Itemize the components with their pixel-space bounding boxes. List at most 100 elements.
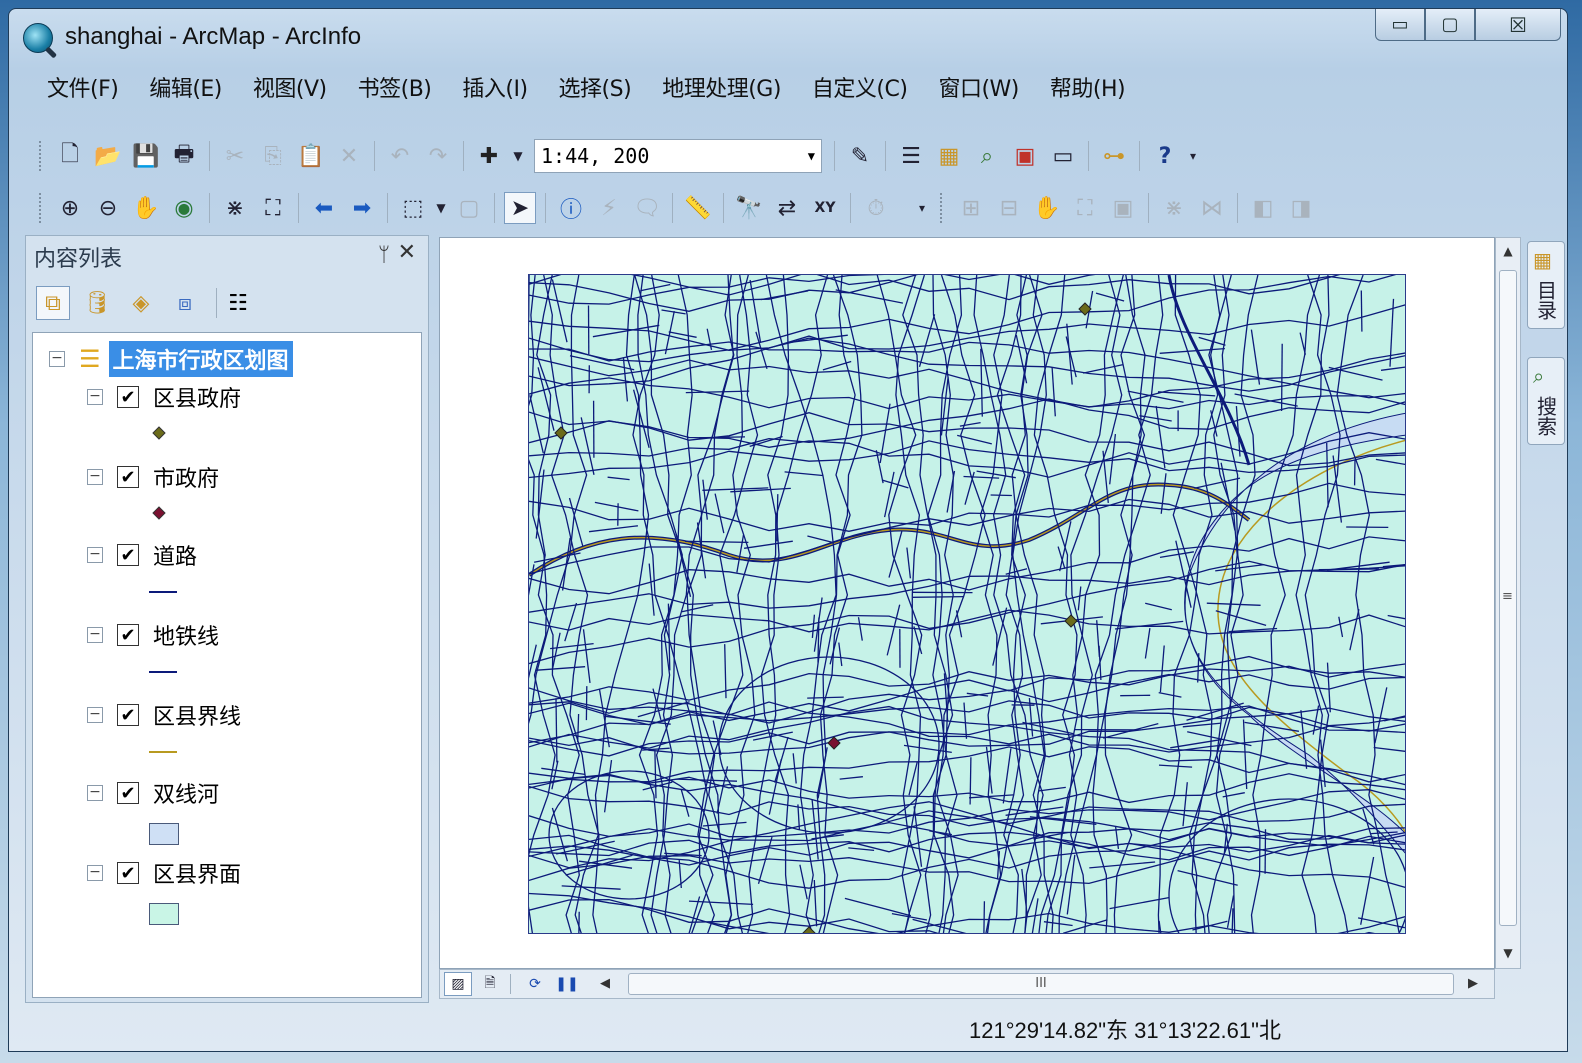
map-vertical-scrollbar[interactable]: ▲ ≡ ▼ <box>1495 237 1521 969</box>
collapse-icon[interactable]: − <box>87 627 103 643</box>
map-canvas[interactable] <box>529 275 1406 934</box>
menu-customize[interactable]: 自定义(C) <box>812 71 908 103</box>
scroll-down-icon[interactable]: ▼ <box>1496 946 1520 960</box>
layer-visibility-checkbox[interactable]: ✔ <box>117 704 139 726</box>
redo-icon[interactable]: ↷ <box>422 140 454 172</box>
search-dock-button[interactable]: ⌕ 搜索 <box>1527 357 1565 445</box>
editor-toolbar-icon[interactable]: ✎ <box>844 140 876 172</box>
layer-label[interactable]: 区县政府 <box>153 381 241 413</box>
layer-label[interactable]: 市政府 <box>153 461 219 493</box>
toolbar-grip[interactable] <box>39 193 43 223</box>
menu-edit[interactable]: 编辑(E) <box>149 71 222 103</box>
map-data-frame[interactable] <box>528 274 1406 934</box>
layer-visibility-checkbox[interactable]: ✔ <box>117 544 139 566</box>
menu-windows[interactable]: 窗口(W) <box>938 71 1019 103</box>
search-window-icon[interactable]: ⌕ <box>971 140 1003 172</box>
open-icon[interactable]: 📂 <box>92 140 124 172</box>
menu-selection[interactable]: 选择(S) <box>559 71 632 103</box>
layer-node[interactable]: − ✔ 市政府 <box>87 461 219 493</box>
clear-selection-icon[interactable]: ▢ <box>453 192 485 224</box>
pin-icon[interactable]: ᛘ <box>378 242 390 266</box>
minimize-button[interactable]: ▭ <box>1375 9 1425 41</box>
maximize-button[interactable]: ▢ <box>1425 9 1475 41</box>
go-to-xy-icon[interactable]: XY <box>809 192 841 224</box>
layer-node[interactable]: − ✔ 双线河 <box>87 777 219 809</box>
layer-label[interactable]: 双线河 <box>153 777 219 809</box>
layer-visibility-checkbox[interactable]: ✔ <box>117 782 139 804</box>
hyperlink-icon[interactable]: ⚡ <box>593 192 625 224</box>
collapse-icon[interactable]: − <box>87 547 103 563</box>
time-slider-icon[interactable]: ⏱ <box>860 192 892 224</box>
menu-geoprocessing[interactable]: 地理处理(G) <box>662 71 781 103</box>
menu-insert[interactable]: 插入(I) <box>462 71 528 103</box>
catalog-dock-button[interactable]: ▦ 目录 <box>1527 241 1565 329</box>
zoom-100-icon[interactable]: ▣ <box>1107 192 1139 224</box>
layout-fixed-zoom-in-icon[interactable]: ⋇ <box>1158 192 1190 224</box>
python-icon[interactable]: ▭ <box>1047 140 1079 172</box>
html-popup-icon[interactable]: 🗨 <box>631 192 663 224</box>
layer-visibility-checkbox[interactable]: ✔ <box>117 386 139 408</box>
collapse-icon[interactable]: − <box>87 707 103 723</box>
select-features-icon[interactable]: ⬚ <box>397 192 429 224</box>
toolbar-grip[interactable] <box>39 141 43 171</box>
layout-zoom-out-icon[interactable]: ⊟ <box>993 192 1025 224</box>
pan-icon[interactable]: ✋ <box>130 192 162 224</box>
add-data-icon[interactable]: ✚ <box>473 140 505 172</box>
whats-this-icon[interactable]: ? <box>1149 140 1181 172</box>
layout-view-button[interactable]: 🗎 <box>476 972 504 996</box>
layout-zoom-in-icon[interactable]: ⊞ <box>955 192 987 224</box>
menu-view[interactable]: 视图(V) <box>253 71 327 103</box>
options-icon[interactable]: ☷ <box>221 286 255 320</box>
close-icon[interactable]: ✕ <box>398 240 416 265</box>
scroll-right-icon[interactable]: ▶ <box>1468 976 1478 991</box>
full-extent-icon[interactable]: ◉ <box>168 192 200 224</box>
delete-icon[interactable]: ✕ <box>333 140 365 172</box>
collapse-icon[interactable]: − <box>87 389 103 405</box>
zoom-out-icon[interactable]: ⊖ <box>92 192 124 224</box>
print-icon[interactable]: 🖶 <box>168 140 200 172</box>
layer-node[interactable]: − ✔ 区县政府 <box>87 381 241 413</box>
close-button[interactable]: ☒ <box>1475 9 1561 41</box>
menu-bookmarks[interactable]: 书签(B) <box>358 71 432 103</box>
copy-icon[interactable]: ⎘ <box>257 140 289 172</box>
find-route-icon[interactable]: ⇄ <box>771 192 803 224</box>
undo-icon[interactable]: ↶ <box>384 140 416 172</box>
menu-file[interactable]: 文件(F) <box>47 71 119 103</box>
toolbar-grip[interactable] <box>940 193 944 223</box>
fixed-zoom-out-icon[interactable]: ⛶ <box>257 192 289 224</box>
collapse-icon[interactable]: − <box>87 469 103 485</box>
list-by-source-icon[interactable]: 🛢 <box>80 286 114 320</box>
find-icon[interactable]: 🔭 <box>733 192 765 224</box>
layer-visibility-checkbox[interactable]: ✔ <box>117 624 139 646</box>
layer-label[interactable]: 区县界线 <box>153 699 241 731</box>
zoom-in-icon[interactable]: ⊕ <box>54 192 86 224</box>
zoom-whole-page-icon[interactable]: ⛶ <box>1069 192 1101 224</box>
layer-visibility-checkbox[interactable]: ✔ <box>117 862 139 884</box>
new-document-icon[interactable]: 🗋 <box>54 140 86 172</box>
scrollbar-thumb[interactable]: ≡ <box>1499 270 1517 926</box>
fixed-zoom-in-icon[interactable]: ⋇ <box>219 192 251 224</box>
back-icon[interactable]: ⬅ <box>308 192 340 224</box>
refresh-icon[interactable]: ⟳ <box>521 972 549 996</box>
toolbar-options-icon[interactable]: ▾ <box>1187 140 1199 172</box>
collapse-icon[interactable]: − <box>87 785 103 801</box>
data-view-button[interactable]: ▨ <box>444 972 472 996</box>
list-by-visibility-icon[interactable]: ◈ <box>124 286 158 320</box>
layer-node[interactable]: − ✔ 区县界线 <box>87 699 241 731</box>
layer-label[interactable]: 区县界面 <box>153 857 241 889</box>
layer-label[interactable]: 道路 <box>153 539 197 571</box>
layer-node[interactable]: − ✔ 区县界面 <box>87 857 241 889</box>
collapse-icon[interactable]: − <box>49 351 65 367</box>
pause-drawing-icon[interactable]: ❚❚ <box>553 972 581 996</box>
layout-forward-icon[interactable]: ◨ <box>1285 192 1317 224</box>
chevron-down-icon[interactable]: ▼ <box>808 149 815 163</box>
measure-icon[interactable]: 📏 <box>682 192 714 224</box>
save-icon[interactable]: 💾 <box>130 140 162 172</box>
data-frame-label[interactable]: 上海市行政区划图 <box>108 341 293 377</box>
layer-node[interactable]: − ✔ 地铁线 <box>87 619 219 651</box>
select-dropdown-icon[interactable]: ▼ <box>435 192 447 224</box>
arctoolbox-icon[interactable]: ▣ <box>1009 140 1041 172</box>
map-view[interactable] <box>439 237 1495 969</box>
list-by-selection-icon[interactable]: ⧈ <box>168 286 202 320</box>
menu-help[interactable]: 帮助(H) <box>1050 71 1126 103</box>
